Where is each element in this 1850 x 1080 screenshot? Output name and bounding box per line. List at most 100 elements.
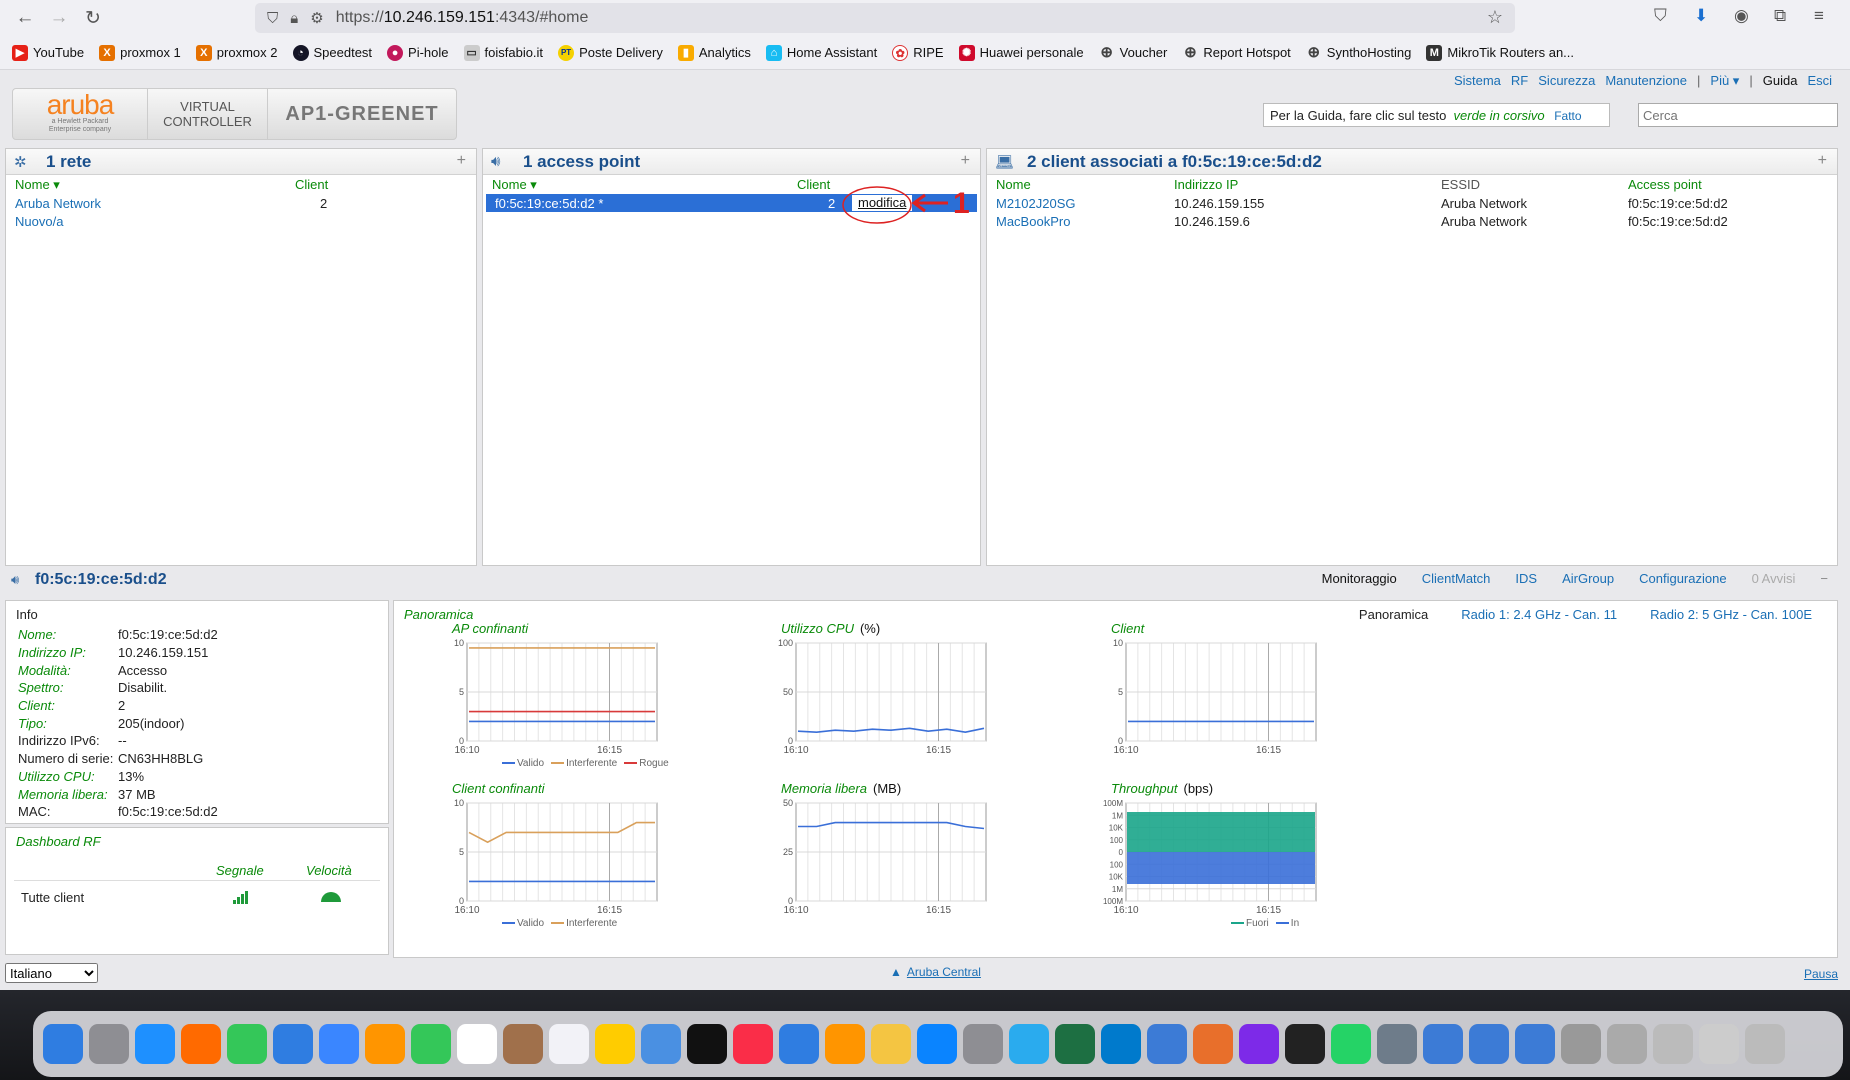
tab-avvisi[interactable]: 0 Avvisi <box>1752 571 1796 586</box>
dock-app-icon[interactable] <box>733 1024 773 1064</box>
bookmark-huawei[interactable]: ✺ Huawei personale <box>958 44 1084 61</box>
reload-icon[interactable]: ↻ <box>76 0 110 36</box>
nav-rf[interactable]: RF <box>1511 73 1528 89</box>
add-network-button[interactable]: + <box>457 152 466 170</box>
help-done-button[interactable]: Fatto <box>1554 109 1581 123</box>
dock-app-icon[interactable] <box>1239 1024 1279 1064</box>
downloads-icon[interactable]: ⬇ <box>1694 6 1708 26</box>
dock-app-icon[interactable] <box>365 1024 405 1064</box>
pause-link[interactable]: Pausa <box>1804 967 1838 981</box>
add-client-button[interactable]: + <box>1818 152 1827 170</box>
client-row[interactable]: M2102J20SG 10.246.159.155 Aruba Network … <box>987 194 1837 212</box>
dock-app-icon[interactable] <box>1607 1024 1647 1064</box>
bookmark-proxmox-2[interactable]: Xproxmox 2 <box>195 44 278 61</box>
column-client[interactable]: Client <box>797 177 830 192</box>
tab-airgroup[interactable]: AirGroup <box>1562 571 1614 586</box>
dock-app-icon[interactable] <box>871 1024 911 1064</box>
dock-app-icon[interactable] <box>1147 1024 1187 1064</box>
dock-app-icon[interactable] <box>1331 1024 1371 1064</box>
dock-app-icon[interactable] <box>135 1024 175 1064</box>
extensions-icon[interactable]: ⧉ <box>1774 6 1786 26</box>
dock-app-icon[interactable] <box>1745 1024 1785 1064</box>
dock-app-icon[interactable] <box>1009 1024 1049 1064</box>
bookmark-voucher[interactable]: ⊕ Voucher <box>1099 44 1167 61</box>
dock-app-icon[interactable] <box>1515 1024 1555 1064</box>
bookmark-speedtest[interactable]: ◔ Speedtest <box>292 44 372 61</box>
dock-app-icon[interactable] <box>1193 1024 1233 1064</box>
dock-app-icon[interactable] <box>503 1024 543 1064</box>
nav-guida[interactable]: Guida <box>1763 73 1798 89</box>
dock-app-icon[interactable] <box>779 1024 819 1064</box>
bookmark-home-assistant[interactable]: ⌂ Home Assistant <box>765 44 877 61</box>
tab-clientmatch[interactable]: ClientMatch <box>1422 571 1491 586</box>
dock-app-icon[interactable] <box>1699 1024 1739 1064</box>
dock-app-icon[interactable] <box>687 1024 727 1064</box>
column-ip[interactable]: Indirizzo IP <box>1174 177 1441 192</box>
dock-app-icon[interactable] <box>549 1024 589 1064</box>
bookmark-proxmox-1[interactable]: Xproxmox 1 <box>99 44 181 61</box>
nav-sicurezza[interactable]: Sicurezza <box>1538 73 1595 89</box>
tab-ids[interactable]: IDS <box>1515 571 1537 586</box>
bookmark-report-hotspot[interactable]: ⊕ Report Hotspot <box>1182 44 1291 61</box>
column-client[interactable]: Client <box>295 177 328 192</box>
back-icon[interactable]: ← <box>8 0 42 36</box>
account-icon[interactable]: ◉ <box>1734 6 1749 26</box>
dock-app-icon[interactable] <box>1285 1024 1325 1064</box>
dock-app-icon[interactable] <box>1423 1024 1463 1064</box>
dock-app-icon[interactable] <box>181 1024 221 1064</box>
dock-app-icon[interactable] <box>1561 1024 1601 1064</box>
dock-app-icon[interactable] <box>273 1024 313 1064</box>
dock-app-icon[interactable] <box>595 1024 635 1064</box>
column-nome[interactable]: Nome ▾ <box>492 177 797 193</box>
client-row[interactable]: MacBookPro 10.246.159.6 Aruba Network f0… <box>987 212 1837 230</box>
tab-radio-2[interactable]: Radio 2: 5 GHz - Can. 100E <box>1650 607 1812 622</box>
column-nome[interactable]: Nome <box>996 177 1174 192</box>
bookmark-ripe[interactable]: ✿ RIPE <box>892 44 944 61</box>
forward-icon[interactable]: → <box>42 0 76 36</box>
tab-monitoraggio[interactable]: Monitoraggio <box>1322 571 1397 586</box>
dock-app-icon[interactable] <box>227 1024 267 1064</box>
menu-icon[interactable]: ≡ <box>1814 6 1824 26</box>
column-essid[interactable]: ESSID <box>1441 177 1628 192</box>
dock-app-icon[interactable] <box>1055 1024 1095 1064</box>
pocket-icon[interactable]: ⛉ <box>1654 6 1667 26</box>
bookmark-foisfabio[interactable]: ▭ foisfabio.it <box>463 44 543 61</box>
bookmark-synthohosting[interactable]: ⊕ SynthoHosting <box>1306 44 1412 61</box>
bookmark-youtube[interactable]: ▶ YouTube <box>12 44 84 61</box>
dock-app-icon[interactable] <box>43 1024 83 1064</box>
bookmark-star-icon[interactable]: ☆ <box>1487 7 1503 28</box>
dock-app-icon[interactable] <box>319 1024 359 1064</box>
nav-piu[interactable]: Più ▾ <box>1710 73 1739 89</box>
add-ap-button[interactable]: + <box>961 152 970 170</box>
bookmark-poste-delivery[interactable]: PT Poste Delivery <box>558 44 663 61</box>
tab-configurazione[interactable]: Configurazione <box>1639 571 1726 586</box>
dock-app-icon[interactable] <box>1653 1024 1693 1064</box>
nav-manutenzione[interactable]: Manutenzione <box>1605 73 1687 89</box>
nav-sistema[interactable]: Sistema <box>1454 73 1501 89</box>
dock-app-icon[interactable] <box>825 1024 865 1064</box>
dock-app-icon[interactable] <box>457 1024 497 1064</box>
column-ap[interactable]: Access point <box>1628 177 1702 192</box>
dock-app-icon[interactable] <box>1469 1024 1509 1064</box>
column-nome[interactable]: Nome ▾ <box>15 177 295 193</box>
bookmark-pihole[interactable]: ● Pi-hole <box>387 44 449 61</box>
tab-panoramica[interactable]: Panoramica <box>1359 607 1428 622</box>
dock-app-icon[interactable] <box>641 1024 681 1064</box>
dock-app-icon[interactable] <box>917 1024 957 1064</box>
collapse-button[interactable]: − <box>1820 571 1828 586</box>
bookmark-analytics[interactable]: ▮ Analytics <box>677 44 751 61</box>
language-select[interactable]: Italiano <box>5 963 98 983</box>
search-input[interactable] <box>1638 103 1838 127</box>
nav-esci[interactable]: Esci <box>1807 73 1832 89</box>
network-row[interactable]: Aruba Network 2 <box>6 194 476 212</box>
dock-app-icon[interactable] <box>1101 1024 1141 1064</box>
url-bar[interactable]: ⛉ 🔒︎ ⚙ https://10.246.159.151:4343/#home… <box>255 3 1515 33</box>
tab-radio-1[interactable]: Radio 1: 2.4 GHz - Can. 11 <box>1461 607 1617 622</box>
dock-app-icon[interactable] <box>963 1024 1003 1064</box>
dock-app-icon[interactable] <box>411 1024 451 1064</box>
aruba-central-link[interactable]: ▲ Aruba Central <box>890 965 981 979</box>
bookmark-mikrotik[interactable]: M MikroTik Routers an... <box>1426 44 1574 61</box>
network-row-new[interactable]: Nuovo/a <box>6 212 476 230</box>
dock-app-icon[interactable] <box>89 1024 129 1064</box>
dock-app-icon[interactable] <box>1377 1024 1417 1064</box>
